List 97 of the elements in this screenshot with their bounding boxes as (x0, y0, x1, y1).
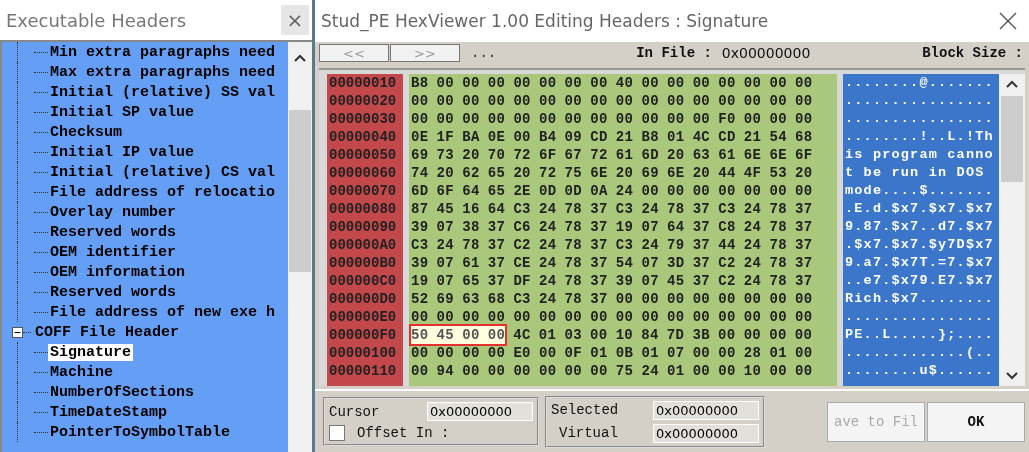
tree-item[interactable]: OEM information (48, 263, 188, 281)
ascii-text: is program canno (845, 146, 995, 164)
in-file-label: In File : (636, 45, 712, 61)
hex-bytes: 0E 1F BA 0E 00 B4 09 CD 21 B8 01 4C CD 21 54 68 (411, 128, 813, 146)
ascii-text: Rich.$x7........ (845, 290, 995, 308)
dialog-button[interactable]: OK (927, 401, 1025, 442)
ascii-text: ................ (845, 308, 995, 326)
collapse-icon[interactable] (12, 326, 23, 338)
scrollbar-thumb[interactable] (1001, 96, 1023, 182)
offset-text: 00000030 (329, 110, 398, 128)
cursor-label: Cursor (329, 403, 380, 420)
tree-item[interactable]: File address of new exe h (48, 303, 278, 321)
tree-item[interactable]: Overlay number (48, 203, 179, 221)
ascii-text: ........@....... (845, 74, 995, 92)
hex-bytes: 00 94 00 00 00 00 00 00 75 24 01 00 00 10 00 00 (411, 362, 813, 380)
ascii-text: .............(.. (845, 344, 995, 362)
panel-title: Executable Headers (6, 9, 187, 31)
ascii-text: .$x7.$x7.$y7D$x7 (845, 236, 995, 254)
offset-text: 00000050 (329, 146, 398, 164)
tree-item[interactable]: Initial IP value (48, 143, 197, 161)
ascii-text: ..e7.$x79.E7.$x7 (845, 272, 995, 290)
hex-bytes: 87 45 16 64 C3 24 78 37 C3 24 78 37 C3 24 78 37 (411, 200, 813, 218)
offset-text: 00000040 (329, 128, 398, 146)
offset-text: 00000070 (329, 182, 398, 200)
offset-text: 00000110 (329, 362, 398, 380)
offset-text: 000000C0 (329, 272, 398, 290)
selected-label: Selected (551, 402, 619, 418)
tree-item[interactable]: Reserved words (48, 223, 179, 241)
scrollbar[interactable] (288, 42, 312, 452)
tree-item[interactable]: Initial (relative) CS val (48, 163, 278, 181)
scrollbar-thumb[interactable] (289, 110, 311, 272)
selected-bytes[interactable]: 50 45 00 00 (411, 326, 506, 344)
tree-item[interactable]: Min extra paragraphs need (48, 43, 278, 61)
close-button[interactable]: × (281, 5, 309, 35)
tree-item[interactable]: PointerToSymbolTable (48, 423, 233, 441)
close-icon[interactable] (999, 12, 1017, 30)
ascii-text: 9.a7.$x7T.=7.$x7 (845, 254, 995, 272)
virtual-field[interactable]: 0x00000000 (653, 423, 759, 443)
ascii-text: 9.87.$x7..d7.$x7 (845, 218, 995, 236)
hex-bytes: B8 00 00 00 00 00 00 00 40 00 00 00 00 00 00 00 (411, 74, 813, 92)
hex-bytes: 00 00 00 00 E0 00 0F 01 0B 01 07 00 00 28 01 00 (411, 344, 813, 362)
tree-item[interactable]: Signature (48, 343, 133, 361)
in-file-value: 0x00000000 (721, 45, 811, 61)
offset-text: 00000020 (329, 92, 398, 110)
offset-text: 000000D0 (329, 290, 398, 308)
offset-text: 000000F0 (329, 326, 398, 344)
scroll-up-icon[interactable] (1006, 80, 1018, 88)
tree-item[interactable]: Checksum (48, 123, 124, 141)
offset-text: 000000A0 (329, 236, 398, 254)
tree-item[interactable]: Initial SP value (48, 103, 197, 121)
hex-bytes: 00 00 00 00 00 00 00 00 00 00 00 00 F0 00 00 00 (411, 110, 813, 128)
offset-text: 00000080 (329, 200, 398, 218)
tree-item[interactable]: Initial (relative) SS val (48, 83, 278, 101)
hex-bytes: 39 07 38 37 C6 24 78 37 19 07 64 37 C8 24 78 37 (411, 218, 813, 236)
ascii-text: PE..L.....};.... (845, 326, 995, 344)
hex-bytes: 52 69 63 68 C3 24 78 37 00 00 00 00 00 00 00 00 (411, 290, 813, 308)
hex-bytes: 19 07 65 37 DF 24 78 37 39 07 45 37 C2 24 78 37 (411, 272, 813, 290)
tree-item[interactable]: Machine (48, 363, 115, 381)
tree-item[interactable]: COFF File Header (33, 323, 182, 341)
cursor-field[interactable]: 0x00000000 (427, 402, 533, 421)
ascii-text: ........u$...... (845, 362, 995, 380)
checkbox[interactable] (329, 425, 345, 441)
tree-item[interactable]: TimeDateStamp (48, 403, 170, 421)
window-title: Stud_PE HexViewer 1.00 Editing Headers : Signature (321, 11, 769, 31)
scroll-up-icon[interactable] (294, 54, 306, 62)
hex-bytes: C3 24 78 37 C2 24 78 37 C3 24 79 37 44 24 78 37 (411, 236, 813, 254)
offset-text: 00000090 (329, 218, 398, 236)
offset-text: 000000E0 (329, 308, 398, 326)
hex-bytes: 00 00 00 00 00 00 00 00 00 00 00 00 00 00 00 00 (411, 92, 813, 110)
hex-bytes: 6D 6F 64 65 2E 0D 0D 0A 24 00 00 00 00 00 00 00 (411, 182, 813, 200)
hex-bytes: 4C 01 03 00 10 84 7D 3B 00 00 00 00 (513, 326, 813, 344)
ascii-text: t be run in DOS (845, 164, 986, 182)
offset-text: 00000010 (329, 74, 398, 92)
ascii-text: .E.d.$x7.$x7.$x7 (845, 200, 995, 218)
selected-field[interactable]: 0x00000000 (653, 400, 759, 420)
tree-item[interactable]: Reserved words (48, 283, 179, 301)
ascii-text: ................ (845, 92, 995, 110)
tree-item[interactable]: OEM identifier (48, 243, 179, 261)
tree-item[interactable]: File address of relocatio (48, 183, 278, 201)
scroll-down-icon[interactable] (1006, 372, 1018, 380)
ascii-text: mode....$....... (845, 182, 995, 200)
hex-bytes: 00 00 00 00 00 00 00 00 00 00 00 00 00 00 00 00 (411, 308, 813, 326)
hex-bytes: 74 20 62 65 20 72 75 6E 20 69 6E 20 44 4F 53 20 (411, 164, 813, 182)
virtual-label: Virtual (559, 425, 618, 441)
offset-text: 00000100 (329, 344, 398, 362)
hex-bytes: 69 73 20 70 72 6F 67 72 61 6D 20 63 61 6E 6E 6F (411, 146, 813, 164)
ellipsis-label: ... (471, 45, 497, 61)
ascii-text: ................ (845, 110, 995, 128)
offset-text: 000000B0 (329, 254, 398, 272)
scrollbar[interactable] (999, 74, 1025, 386)
tree-item[interactable]: NumberOfSections (48, 383, 197, 401)
offset-text: 00000060 (329, 164, 398, 182)
ascii-text: ........!..L.!Th (845, 128, 995, 146)
offset-in-label: Offset In : (357, 425, 450, 441)
block-size-label: Block Size : (922, 45, 1023, 61)
hex-bytes: 39 07 61 37 CE 24 78 37 54 07 3D 37 C2 24 78 37 (411, 254, 813, 272)
tree-item[interactable]: Max extra paragraphs need (48, 63, 278, 81)
